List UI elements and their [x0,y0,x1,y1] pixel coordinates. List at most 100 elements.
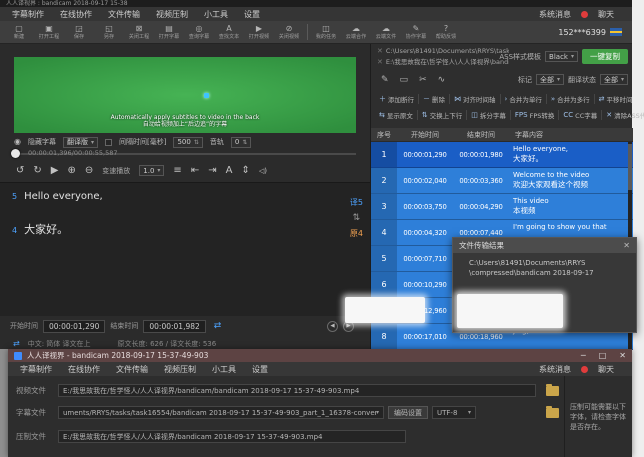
chat-button[interactable]: 聊天 [598,9,614,20]
toolbar-button[interactable]: ◫我的任务 [311,24,341,40]
zoom-out-icon[interactable]: ⊖ [85,165,93,177]
zoom-in-icon[interactable]: ⊕ [67,165,75,177]
undo-icon[interactable]: ↺ [16,165,24,177]
op-button[interactable]: ✕清除ASS代码 [602,110,644,120]
prev-line-button[interactable]: ◀ [327,321,338,332]
swap-lines-icon[interactable]: ⇅ [353,213,361,223]
edit-icon[interactable]: ✎ [381,75,389,85]
scissors-icon[interactable]: ✂ [419,75,427,85]
encoding-settings-button[interactable]: 编码设置 [388,406,428,419]
translate-state-select[interactable]: 全部▾ [600,74,628,85]
op-button[interactable]: ＋添加断行 [375,94,419,104]
menu-item[interactable]: 在线协作 [60,364,108,375]
close-icon[interactable]: ✕ [377,57,383,68]
toolbar-button[interactable]: ✎协作字幕 [401,24,431,40]
op-button[interactable]: ⋈对齐时间轴 [450,94,501,104]
subtitle-edit-area[interactable]: 5 Hello everyone, 4 大家好。 译5 ⇅ 原4 [0,182,370,316]
jump-start-icon[interactable]: ⇤ [191,165,199,177]
scrollbar-thumb[interactable] [628,144,632,190]
toolbar-button[interactable]: ▤打开字幕 [154,24,184,40]
op-button[interactable]: CCCC字幕 [559,110,602,120]
seek-handle[interactable] [11,149,20,158]
toolbar-button[interactable]: ◲保存 [64,24,94,40]
op-button[interactable]: FPSFPS转换 [511,110,560,120]
toolbar-button[interactable]: A查找文本 [214,24,244,40]
toolbar-button[interactable]: ?帮助反馈 [431,24,461,40]
toolbar-button[interactable]: ⊘关闭视频 [274,24,304,40]
toolbar-button[interactable]: ▣打开工程 [34,24,64,40]
op-button[interactable]: ⇆显示原文 [375,110,418,120]
line-spacing-icon[interactable]: ⇕ [241,165,249,177]
menu-item[interactable]: 文件传输 [108,364,156,375]
speed-select[interactable]: 1.0▾ [139,165,164,176]
op-button[interactable]: ◫拆分字幕 [467,110,511,120]
track-spinner[interactable]: 0⇅ [231,137,252,148]
menu-item[interactable]: 字幕制作 [4,9,52,20]
system-messages-button[interactable]: 系统消息 [539,9,571,20]
play-icon[interactable]: ▶ [51,165,59,177]
encoding-select[interactable]: UTF-8 ▾ [432,406,476,419]
toolbar-button[interactable]: ▶打开视频 [244,24,274,40]
menu-item[interactable]: 文件传输 [100,9,148,20]
ass-template-select[interactable]: Black▾ [545,51,578,62]
file-tab[interactable]: ✕ E:\我思故我在\哲学怪人\人人译视界\bandicam 2018-09-1… [377,57,509,68]
menu-item[interactable]: 小工具 [196,9,236,20]
original-count-badge[interactable]: 原4 [350,228,363,239]
playlist-icon[interactable]: ≡ [173,165,181,177]
close-button[interactable]: ✕ [619,351,626,360]
one-click-copy-button[interactable]: 一键复制 [582,49,628,64]
gap-checkbox[interactable] [105,139,112,146]
volume-icon[interactable]: ◁) [259,165,267,177]
toolbar-button[interactable]: ☁云端合作 [341,24,371,40]
toolbar-button[interactable]: ☁云端文件 [371,24,401,40]
swap-time-icon[interactable]: ⇄ [214,321,222,331]
end-time-input[interactable]: 00:00:01,982 [143,320,205,333]
language-swap-icon[interactable]: ⇄ [13,339,20,348]
title-bar[interactable]: 人人译视界 - bandicam 2018-09-17 15-37-49-903… [8,349,632,362]
toolbar-button[interactable]: ◎查询字幕 [184,24,214,40]
system-messages-button[interactable]: 系统消息 [539,364,571,375]
subtitle-version-select[interactable]: 翻译版▾ [63,137,98,148]
toolbar-button[interactable]: ⊠关闭工程 [124,24,154,40]
maximize-button[interactable]: □ [599,351,607,360]
op-button[interactable]: ›合并为单行 [501,94,547,104]
chat-button[interactable]: 聊天 [598,364,614,375]
hide-subtitle-button[interactable]: 隐藏字幕 [28,137,56,147]
waveform-icon[interactable]: ∿ [438,75,446,85]
gap-spinner[interactable]: 500⇅ [173,137,202,148]
output-file-input[interactable]: E:/我思故我在/哲学怪人/人人译视界/bandicam 2018-09-17 … [58,430,406,443]
menu-item[interactable]: 在线协作 [52,9,100,20]
op-button[interactable]: »合并为多行 [547,94,595,104]
folder-icon[interactable] [546,408,559,418]
folder-icon[interactable] [546,386,559,396]
op-button[interactable]: ⇄平移时间 [595,94,637,104]
redo-icon[interactable]: ↻ [33,165,41,177]
table-row[interactable]: 100:00:01,29000:00:01,980Hello everyone,… [371,142,633,168]
table-row[interactable]: 200:00:02,04000:00:03,360Welcome to the … [371,168,633,194]
menu-item[interactable]: 设置 [244,364,276,375]
op-button[interactable]: ⇅交换上下行 [418,110,467,120]
minimize-button[interactable]: ─ [581,351,586,360]
translation-line[interactable]: 5 Hello everyone, [12,191,103,202]
subtitle-file-select[interactable]: uments/RRYS/tasks/task16554/bandicam 201… [58,406,384,419]
menu-item[interactable]: 小工具 [204,364,244,375]
video-player[interactable]: Automatically apply subtitles to video i… [14,57,356,133]
font-size-icon[interactable]: A [226,165,233,177]
user-account[interactable]: 152***6399 [558,28,622,37]
original-line[interactable]: 4 大家好。 [12,221,68,237]
menu-item[interactable]: 视频压制 [156,364,204,375]
menu-item[interactable]: 字幕制作 [12,364,60,375]
ruler-icon[interactable]: ▭ [400,75,409,85]
toolbar-button[interactable]: ◱另存 [94,24,124,40]
jump-end-icon[interactable]: ⇥ [208,165,216,177]
video-file-input[interactable]: E:/我思故我在/哲学怪人/人人译视界/bandicam/bandicam 20… [58,384,536,397]
toolbar-button[interactable]: ▢新建 [4,24,34,40]
start-time-input[interactable]: 00:00:01,290 [43,320,105,333]
menu-item[interactable]: 视频压制 [148,9,196,20]
close-icon[interactable]: ✕ [623,241,630,250]
translation-count-badge[interactable]: 译5 [350,197,363,208]
menu-item[interactable]: 设置 [236,9,268,20]
table-row[interactable]: 300:00:03,75000:00:04,290This video本视频 [371,194,633,220]
file-tab[interactable]: ✕ C:\Users\81491\Documents\RRYS\tasks\ta… [377,46,509,57]
op-button[interactable]: －删除 [419,94,450,104]
